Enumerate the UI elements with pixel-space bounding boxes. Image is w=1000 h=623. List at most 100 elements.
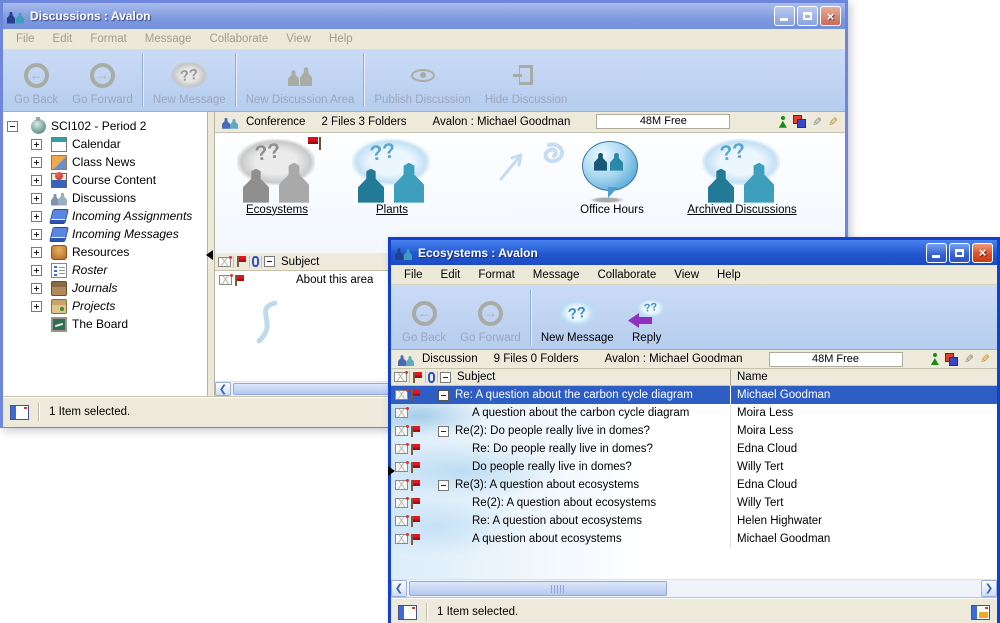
expand-icon[interactable] — [31, 139, 42, 150]
titlebar-ecosystems[interactable]: Ecosystems : Avalon × — [391, 240, 997, 265]
menu-message[interactable]: Message — [136, 31, 201, 47]
resources-icon — [51, 245, 67, 260]
expand-icon[interactable] — [31, 265, 42, 276]
scroll-left-button[interactable]: ❮ — [215, 382, 231, 396]
expand-icon[interactable] — [31, 175, 42, 186]
conference-desktop: ??Ecosystems??Plants Office Hours??Archiv… — [215, 133, 845, 253]
envelope-icon — [219, 275, 232, 285]
signature-pen-icon[interactable]: ✎ — [828, 116, 838, 128]
menu-format[interactable]: Format — [469, 267, 523, 283]
expand-icon[interactable] — [31, 229, 42, 240]
tree-item-discussions[interactable]: Discussions — [3, 189, 207, 207]
message-row[interactable]: Re: A question about ecosystemsHelen Hig… — [391, 512, 997, 530]
message-row[interactable]: Re(3): A question about ecosystemsEdna C… — [391, 476, 997, 494]
collapse-all-icon[interactable] — [440, 372, 451, 383]
pane-handle-icon[interactable] — [388, 466, 395, 476]
close-button[interactable]: × — [972, 243, 993, 263]
horizontal-scrollbar[interactable]: ❮ ❯ — [391, 579, 997, 597]
view-options-icon[interactable] — [971, 605, 990, 620]
minimize-button[interactable] — [774, 6, 795, 26]
collapse-arrow-icon[interactable] — [206, 250, 213, 260]
tree-item-resources[interactable]: Resources — [3, 243, 207, 261]
subject-column-header[interactable]: Subject — [457, 371, 495, 383]
collapse-thread-icon[interactable] — [438, 390, 449, 401]
menu-collaborate[interactable]: Collaborate — [200, 31, 277, 47]
tree-root-sci102-period-2[interactable]: SCI102 - Period 2 — [3, 117, 207, 135]
tree-root-label: SCI102 - Period 2 — [51, 119, 146, 133]
scrollbar-track[interactable] — [407, 580, 981, 597]
tree-item-class-news[interactable]: Class News — [3, 153, 207, 171]
resume-icon[interactable] — [945, 353, 958, 366]
expand-icon[interactable] — [31, 211, 42, 222]
menu-collaborate[interactable]: Collaborate — [588, 267, 665, 283]
pane-toggle-icon[interactable] — [398, 605, 417, 620]
message-row[interactable]: Re: Do people really live in domes?Edna … — [391, 440, 997, 458]
collapse-thread-icon[interactable] — [438, 426, 449, 437]
close-button[interactable]: × — [820, 6, 841, 26]
expand-icon[interactable] — [31, 157, 42, 168]
menu-help[interactable]: Help — [708, 267, 750, 283]
expand-icon[interactable] — [31, 283, 42, 294]
scroll-left-button[interactable]: ❮ — [391, 580, 407, 597]
speech-bubble-icon — [566, 139, 658, 203]
resume-icon[interactable] — [793, 115, 806, 128]
question-cloud-icon: ?? — [559, 300, 595, 326]
message-row[interactable]: Do people really live in domes?Willy Ter… — [391, 458, 997, 476]
online-indicator-icon[interactable] — [931, 353, 939, 365]
message-row[interactable]: A question about ecosystemsMichael Goodm… — [391, 530, 997, 548]
menu-edit[interactable]: Edit — [44, 31, 82, 47]
message-row[interactable]: Re: A question about the carbon cycle di… — [391, 386, 997, 404]
projects-icon — [51, 299, 67, 314]
tree-item-the-board[interactable]: The Board — [3, 315, 207, 333]
collapse-thread-icon[interactable] — [438, 480, 449, 491]
desktop-icon-plants[interactable]: ??Plants — [342, 139, 442, 216]
expand-icon[interactable] — [31, 247, 42, 258]
edit-pencil-icon[interactable]: ✎ — [964, 353, 974, 365]
minimize-button[interactable] — [926, 243, 947, 263]
message-row[interactable]: A question about the carbon cycle diagra… — [391, 404, 997, 422]
tree-item-projects[interactable]: Projects — [3, 297, 207, 315]
menu-view[interactable]: View — [665, 267, 708, 283]
collapse-all-icon[interactable] — [264, 256, 275, 267]
expand-icon[interactable] — [31, 301, 42, 312]
tree-item-label: The Board — [72, 317, 128, 331]
edit-pencil-icon[interactable]: ✎ — [812, 116, 822, 128]
reply-button[interactable]: ??Reply — [621, 285, 673, 349]
name-column-header[interactable]: Name — [730, 369, 997, 385]
menu-message[interactable]: Message — [524, 267, 589, 283]
pane-splitter[interactable] — [207, 112, 215, 396]
menu-view[interactable]: View — [277, 31, 320, 47]
online-indicator-icon[interactable] — [779, 116, 787, 128]
expand-icon[interactable] — [31, 193, 42, 204]
envelope-icon — [395, 462, 408, 472]
message-subject: Re: A question about the carbon cycle di… — [455, 389, 693, 401]
subject-column-header[interactable]: Subject — [281, 256, 319, 268]
menu-file[interactable]: File — [395, 267, 432, 283]
menu-help[interactable]: Help — [320, 31, 362, 47]
pane-toggle-icon[interactable] — [10, 405, 29, 420]
maximize-button[interactable] — [949, 243, 970, 263]
tree-item-course-content[interactable]: Course Content — [3, 171, 207, 189]
titlebar-discussions[interactable]: Discussions : Avalon × — [3, 3, 845, 29]
tree-item-incoming-assignments[interactable]: Incoming Assignments — [3, 207, 207, 225]
tree-item-roster[interactable]: Roster — [3, 261, 207, 279]
scroll-right-button[interactable]: ❯ — [981, 580, 997, 597]
collapse-icon[interactable] — [7, 121, 18, 132]
signature-pen-icon[interactable]: ✎ — [980, 353, 990, 365]
desktop-icon-archived-discussions[interactable]: ??Archived Discussions — [662, 139, 822, 216]
menu-format[interactable]: Format — [81, 31, 135, 47]
desktop-icon-ecosystems[interactable]: ??Ecosystems — [227, 139, 327, 216]
maximize-button[interactable] — [797, 6, 818, 26]
roster-icon — [51, 263, 67, 278]
tree-item-calendar[interactable]: Calendar — [3, 135, 207, 153]
envelope-icon — [395, 426, 408, 436]
tree-item-incoming-messages[interactable]: Incoming Messages — [3, 225, 207, 243]
menu-file[interactable]: File — [7, 31, 44, 47]
new-message-button[interactable]: ??New Message — [534, 285, 621, 349]
desktop-icon-office-hours[interactable]: Office Hours — [552, 139, 672, 216]
menu-edit[interactable]: Edit — [432, 267, 470, 283]
scrollbar-thumb[interactable] — [409, 581, 667, 596]
message-row[interactable]: Re(2): Do people really live in domes?Mo… — [391, 422, 997, 440]
message-row[interactable]: Re(2): A question about ecosystemsWilly … — [391, 494, 997, 512]
tree-item-journals[interactable]: Journals — [3, 279, 207, 297]
